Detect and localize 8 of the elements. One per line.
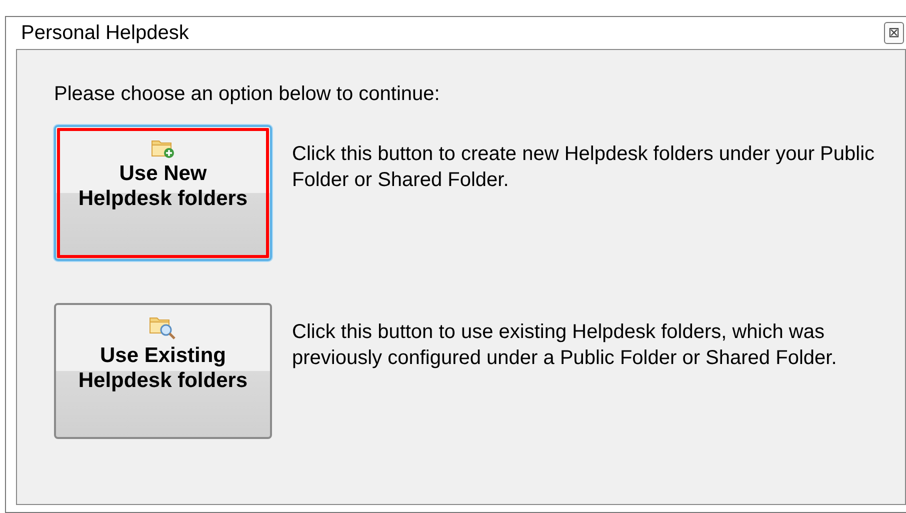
option-description: Click this button to create new Helpdesk folders under your Public Folder or Shared Folder. — [292, 142, 876, 193]
option-description: Click this button to use existing Helpdesk folders, which was previously configured under a Public Folder or Shared Folder. — [292, 320, 838, 371]
option-button[interactable]: Use Existing Helpdesk folders — [54, 303, 272, 439]
window-title: Personal Helpdesk — [21, 22, 189, 44]
option-button[interactable]: Use New Helpdesk folders — [54, 125, 272, 261]
folder-search-icon — [149, 315, 177, 341]
prompt-text: Please choose an option below to continue: — [54, 83, 441, 106]
close-button[interactable]: ⊠ — [884, 22, 904, 44]
